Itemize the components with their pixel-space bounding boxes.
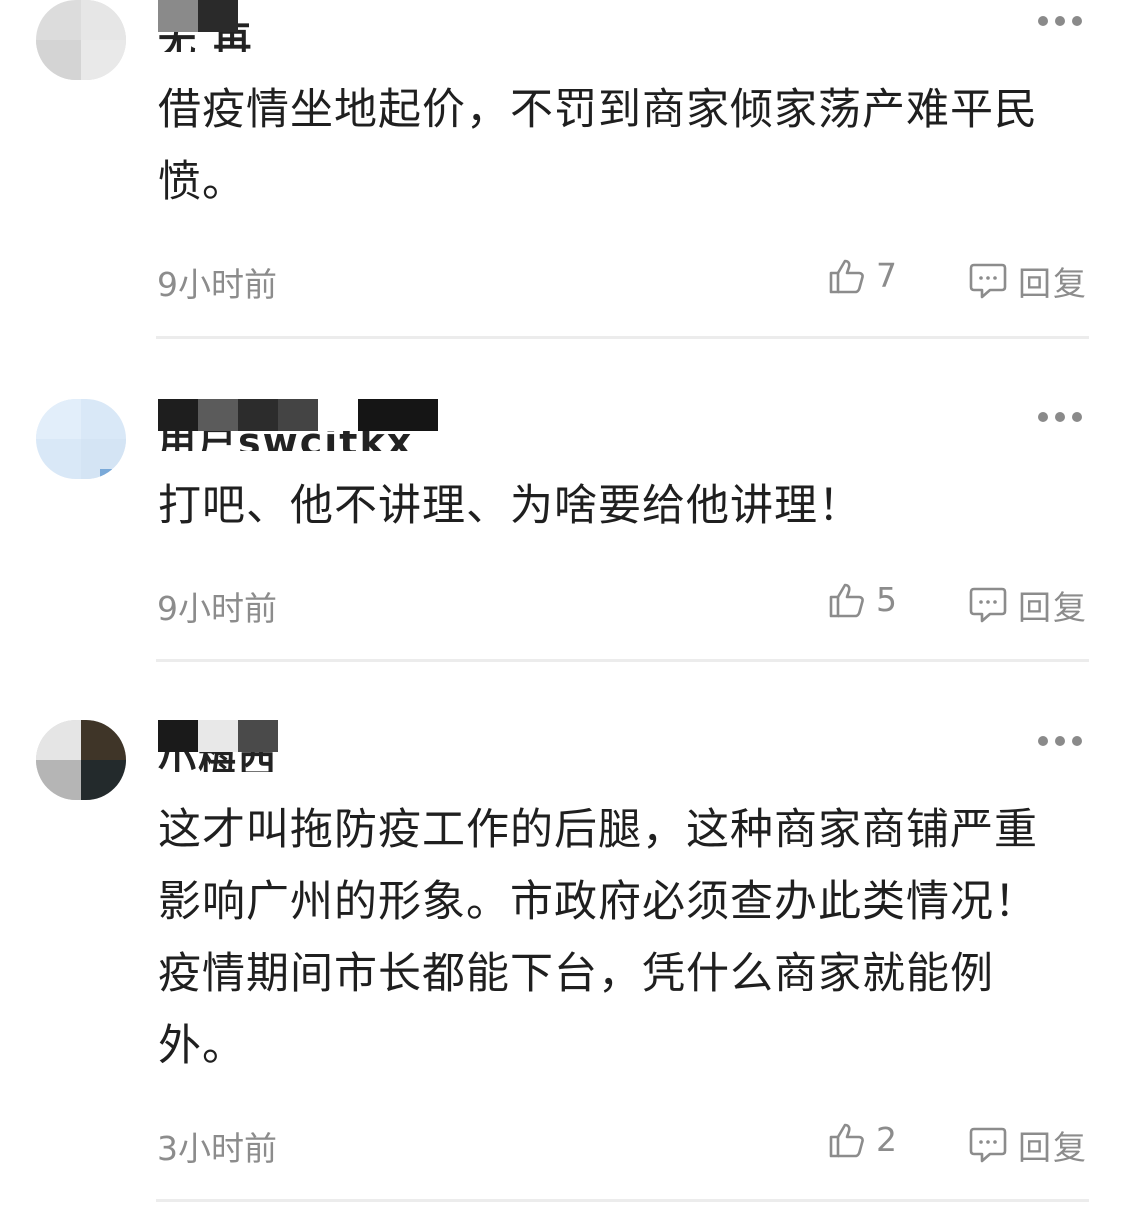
comment-time: 9小时前 (157, 589, 277, 628)
thumbs-up-icon (829, 1123, 864, 1157)
reply-label: 回复 (1018, 588, 1088, 627)
username-mosaic (238, 399, 278, 431)
more-options-button[interactable] (1038, 13, 1082, 29)
like-count: 7 (876, 256, 897, 295)
like-count: 2 (876, 1120, 897, 1159)
comment-text: 借疫情坐地起价，不罚到商家倾家荡产难平民愤。 (158, 85, 1038, 207)
more-dots-icon (1038, 412, 1048, 422)
divider (156, 1199, 1089, 1202)
like-count: 5 (876, 580, 897, 619)
username-mosaic (198, 399, 238, 431)
like-button[interactable]: 2 (828, 1120, 897, 1159)
username-mosaic (158, 0, 198, 32)
avatar[interactable] (36, 399, 126, 479)
reply-bubble-icon (969, 587, 1007, 623)
reply-button[interactable]: 回复 (968, 1121, 1088, 1169)
like-button[interactable]: 7 (828, 256, 897, 295)
comment-time: 3小时前 (157, 1129, 277, 1168)
username-mosaic (198, 0, 238, 32)
like-button[interactable]: 5 (828, 580, 897, 619)
reply-label: 回复 (1018, 1128, 1088, 1167)
thumbs-up-icon (829, 259, 864, 293)
username[interactable]: 小梅西 (158, 720, 308, 772)
thumbs-up-icon (829, 583, 864, 617)
more-dots-icon (1038, 736, 1048, 746)
more-options-button[interactable] (1038, 733, 1082, 749)
reply-bubble-icon (969, 263, 1007, 299)
username-mosaic (278, 399, 318, 431)
reply-bubble-icon (969, 1127, 1007, 1163)
reply-label: 回复 (1018, 264, 1088, 303)
username-mosaic (198, 720, 238, 752)
username-mosaic (158, 720, 198, 752)
reply-button[interactable]: 回复 (968, 581, 1088, 629)
more-dots-icon (1038, 16, 1048, 26)
comment-text: 这才叫拖防疫工作的后腿，这种商家商铺严重影响广州的形象。市政府必须查办此类情况！… (158, 805, 1038, 1071)
comment-text: 打吧、他不讲理、为啥要给他讲理！ (158, 481, 862, 531)
avatar[interactable] (36, 0, 126, 80)
username[interactable]: 无 再 (158, 0, 318, 52)
username-mosaic (158, 399, 198, 431)
username-mosaic (318, 399, 358, 431)
reply-button[interactable]: 回复 (968, 257, 1088, 305)
username-mosaic (358, 399, 438, 431)
username-mosaic (238, 720, 278, 752)
divider (156, 659, 1089, 662)
more-options-button[interactable] (1038, 409, 1082, 425)
divider (156, 336, 1089, 339)
comment-time: 9小时前 (157, 265, 277, 304)
avatar[interactable] (36, 720, 126, 800)
username[interactable]: 用户swcjtkx (158, 399, 448, 451)
